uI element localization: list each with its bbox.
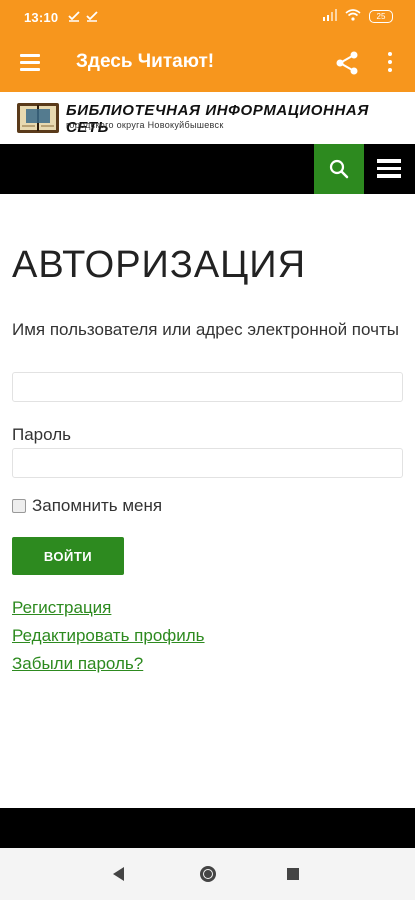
signal-icon <box>323 9 337 24</box>
status-time: 13:10 <box>24 10 59 25</box>
app-title: Здесь Читают! <box>76 51 215 72</box>
password-input[interactable] <box>12 448 403 478</box>
back-icon[interactable] <box>113 867 125 886</box>
logo-title[interactable]: БИБЛИОТЕЧНАЯ ИНФОРМАЦИОННАЯ СЕТЬ <box>66 102 415 136</box>
site-menu-icon[interactable] <box>377 159 401 179</box>
edit-profile-link[interactable]: Редактировать профиль <box>12 626 205 646</box>
status-bar: 13:10 25 <box>0 0 415 34</box>
home-icon[interactable] <box>200 866 216 882</box>
username-input[interactable] <box>12 372 403 402</box>
app-top-bar: 13:10 25 Здесь Читают! <box>0 0 415 92</box>
share-icon[interactable] <box>333 49 361 77</box>
password-label: Пароль <box>12 425 71 444</box>
page-title: АВТОРИЗАЦИЯ <box>12 244 307 286</box>
drawer-menu-icon[interactable] <box>20 54 40 71</box>
remember-checkbox[interactable] <box>12 499 26 513</box>
forgot-password-link[interactable]: Забыли пароль? <box>12 654 143 674</box>
more-options-icon[interactable] <box>385 52 395 74</box>
wifi-icon <box>345 9 361 24</box>
username-label: Имя пользователя или адрес электронной п… <box>12 320 399 339</box>
search-button[interactable] <box>314 144 364 194</box>
remember-me[interactable]: Запомнить меня <box>12 496 162 516</box>
download-done-icon <box>68 10 80 25</box>
search-icon <box>329 159 349 179</box>
system-nav-bar <box>0 848 415 900</box>
site-header: БИБЛИОТЕЧНАЯ ИНФОРМАЦИОННАЯ СЕТЬ городск… <box>0 92 415 144</box>
site-nav-bar <box>0 144 415 194</box>
login-button[interactable]: ВОЙТИ <box>12 537 124 575</box>
download-done-icon <box>86 10 98 25</box>
recent-apps-icon[interactable] <box>287 868 299 880</box>
status-right-icons: 25 <box>323 9 393 24</box>
library-logo-icon[interactable] <box>16 99 60 137</box>
site-footer <box>0 808 415 848</box>
app-bar: Здесь Читают! <box>0 34 415 92</box>
logo-subtitle: городского округа Новокуйбышевск <box>66 120 224 130</box>
register-link[interactable]: Регистрация <box>12 598 111 618</box>
remember-label[interactable]: Запомнить меня <box>32 496 162 516</box>
battery-icon: 25 <box>369 10 393 23</box>
